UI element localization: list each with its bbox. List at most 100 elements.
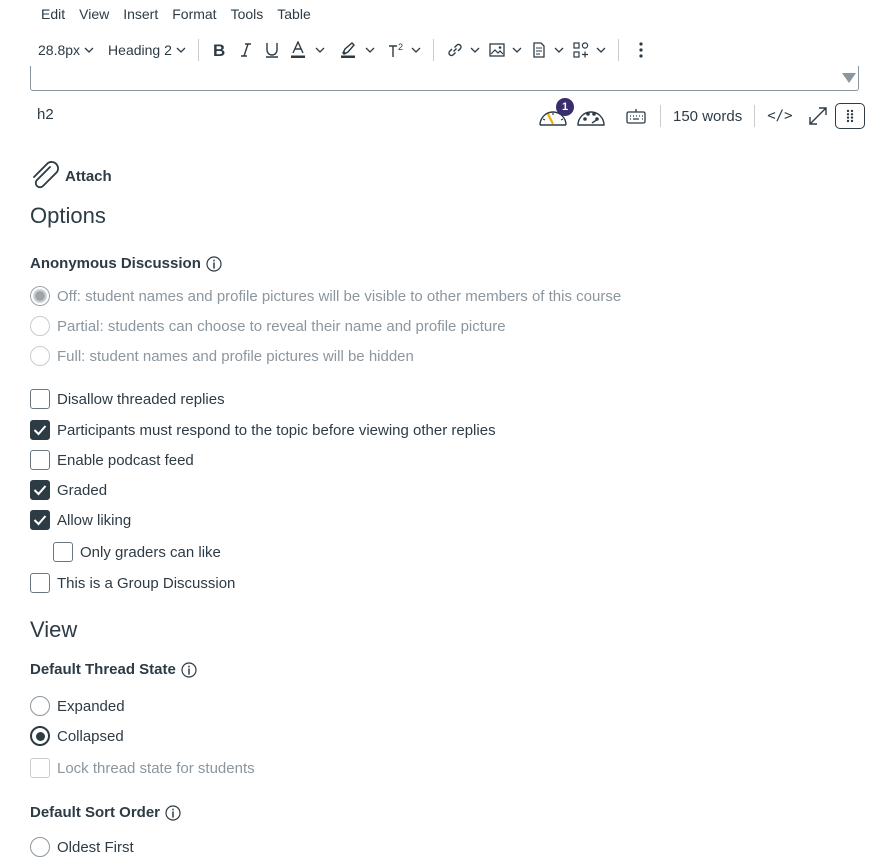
apps-button[interactable] (568, 34, 610, 66)
thread-expanded-radio[interactable] (30, 696, 50, 716)
sort-order-text: Default Sort Order (30, 804, 161, 821)
more-button[interactable] (627, 34, 655, 66)
view-heading: View (30, 617, 78, 642)
apps-icon (573, 42, 589, 58)
drag-handle-icon (846, 109, 853, 123)
disallow-threaded-checkbox[interactable] (30, 389, 50, 409)
anonymous-partial-label: Partial: students can choose to reveal t… (57, 317, 506, 335)
editor-menubar: Edit View Insert Format Tools Table (34, 4, 318, 24)
info-icon[interactable] (206, 255, 222, 272)
accessibility-checker-button[interactable]: 1 (536, 98, 574, 132)
sort-oldest-option[interactable]: Oldest First (30, 836, 134, 858)
chevron-down-icon (470, 47, 480, 53)
element-path[interactable]: h2 (37, 106, 54, 123)
status-bar-tools: 1 150 words </> (536, 98, 865, 134)
menu-table[interactable]: Table (270, 4, 317, 24)
thread-state-label: Default Thread State (30, 661, 197, 678)
bold-button[interactable]: B (207, 34, 233, 66)
toolbar-divider (617, 39, 619, 61)
attach-button[interactable]: Attach (29, 161, 112, 191)
menu-tools[interactable]: Tools (224, 4, 271, 24)
must-respond-checkbox[interactable] (30, 420, 50, 440)
chevron-down-icon (365, 47, 375, 53)
info-icon[interactable] (165, 804, 181, 821)
word-count[interactable]: 150 words (661, 108, 754, 125)
color-palette-button[interactable] (570, 100, 612, 132)
group-discussion-checkbox[interactable] (30, 573, 50, 593)
document-button[interactable] (526, 34, 568, 66)
sort-oldest-radio[interactable] (30, 837, 50, 857)
allow-liking-checkbox[interactable] (30, 510, 50, 530)
italic-icon (240, 43, 251, 57)
underline-button[interactable] (259, 34, 285, 66)
fullscreen-button[interactable] (805, 100, 831, 132)
allow-liking-label: Allow liking (57, 511, 132, 529)
notification-badge: 1 (556, 98, 574, 116)
only-graders-like-option[interactable]: Only graders can like (53, 541, 221, 563)
thread-collapsed-label: Collapsed (57, 727, 124, 745)
resize-handle[interactable] (834, 103, 865, 129)
anonymous-full-radio[interactable] (30, 346, 50, 366)
graded-checkbox[interactable] (30, 480, 50, 500)
group-discussion-option[interactable]: This is a Group Discussion (30, 572, 235, 594)
scroll-down-icon[interactable] (842, 73, 856, 83)
editor-content-area[interactable] (30, 66, 859, 91)
podcast-feed-checkbox[interactable] (30, 450, 50, 470)
anonymous-full-option[interactable]: Full: student names and profile pictures… (30, 345, 414, 367)
thread-collapsed-option[interactable]: Collapsed (30, 725, 124, 747)
podcast-feed-option[interactable]: Enable podcast feed (30, 449, 194, 471)
checkmark-icon (33, 485, 47, 496)
anonymous-off-radio[interactable] (30, 286, 50, 306)
must-respond-label: Participants must respond to the topic b… (57, 421, 496, 439)
font-size-value: 28.8px (38, 42, 81, 58)
highlight-button[interactable] (335, 34, 379, 66)
options-heading: Options (30, 203, 106, 228)
chevron-down-icon (84, 47, 94, 53)
superscript-button[interactable]: 2 (383, 34, 425, 66)
sort-order-label: Default Sort Order (30, 804, 181, 821)
disallow-threaded-option[interactable]: Disallow threaded replies (30, 388, 225, 410)
anonymous-partial-radio[interactable] (30, 316, 50, 336)
only-graders-like-checkbox[interactable] (53, 542, 73, 562)
anonymous-discussion-label: Anonymous Discussion (30, 255, 222, 272)
keyboard-icon (626, 109, 646, 124)
checkmark-icon (33, 515, 47, 526)
anonymous-off-label: Off: student names and profile pictures … (57, 287, 622, 305)
thread-state-text: Default Thread State (30, 661, 176, 678)
more-icon (639, 42, 643, 58)
keyboard-shortcuts-button[interactable] (612, 100, 660, 132)
text-color-button[interactable] (285, 34, 329, 66)
allow-liking-option[interactable]: Allow liking (30, 509, 131, 531)
menu-format[interactable]: Format (165, 4, 223, 24)
svg-text:B: B (213, 41, 225, 59)
lock-thread-checkbox[interactable] (30, 758, 50, 778)
must-respond-option[interactable]: Participants must respond to the topic b… (30, 419, 496, 441)
toolbar-divider (432, 39, 434, 61)
italic-button[interactable] (233, 34, 259, 66)
podcast-feed-label: Enable podcast feed (57, 451, 194, 469)
html-editor-toggle[interactable]: </> (755, 108, 804, 124)
anonymous-off-option[interactable]: Off: student names and profile pictures … (30, 285, 621, 307)
info-icon[interactable] (181, 661, 197, 678)
anonymous-partial-option[interactable]: Partial: students can choose to reveal t… (30, 315, 506, 337)
thread-expanded-option[interactable]: Expanded (30, 695, 125, 717)
graded-option[interactable]: Graded (30, 479, 107, 501)
bold-icon: B (213, 41, 225, 59)
palette-icon (577, 111, 605, 126)
svg-text:2: 2 (398, 42, 403, 52)
menu-insert[interactable]: Insert (116, 4, 165, 24)
font-size-dropdown[interactable]: 28.8px (34, 34, 98, 66)
block-format-dropdown[interactable]: Heading 2 (104, 34, 190, 66)
checkmark-icon (33, 425, 47, 436)
menu-edit[interactable]: Edit (34, 4, 72, 24)
link-button[interactable] (442, 34, 484, 66)
menu-view[interactable]: View (72, 4, 116, 24)
attach-label: Attach (65, 167, 112, 185)
expand-icon (808, 107, 827, 125)
text-color-icon (290, 41, 305, 58)
highlight-icon (340, 42, 355, 58)
lock-thread-option[interactable]: Lock thread state for students (30, 757, 255, 779)
link-icon (448, 43, 462, 57)
thread-collapsed-radio[interactable] (30, 726, 50, 746)
image-button[interactable] (484, 34, 526, 66)
